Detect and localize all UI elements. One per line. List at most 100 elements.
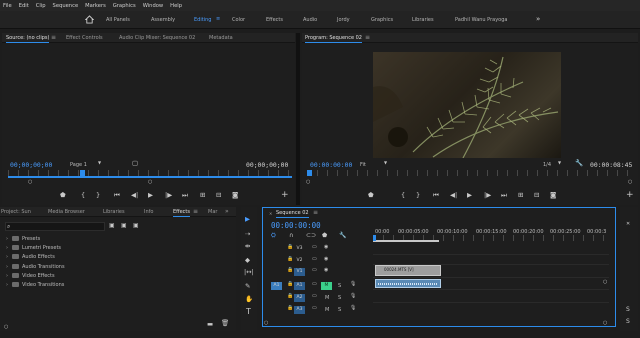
program-timecode-in[interactable]: 00:00:00:00 bbox=[310, 161, 352, 169]
lock-icon[interactable]: 🔒 bbox=[287, 268, 293, 273]
lock-icon[interactable]: 🔒 bbox=[287, 257, 293, 262]
effects-folder-audio-transitions[interactable]: › Audio Transitions bbox=[6, 264, 65, 270]
video-clip[interactable]: 00024.MTS [V] bbox=[375, 265, 441, 276]
effects-folder-video-transitions[interactable]: › Video Transitions bbox=[6, 282, 64, 288]
resolution-chevron-icon[interactable]: ▼ bbox=[558, 161, 561, 165]
insert-icon[interactable]: ⊞ bbox=[200, 192, 205, 199]
linked-selection-icon[interactable]: ⊂⊃ bbox=[306, 233, 316, 239]
home-icon[interactable] bbox=[84, 15, 95, 24]
settings-box-icon[interactable]: ▢ bbox=[132, 160, 138, 167]
workspace-tab-audio[interactable]: Audio bbox=[303, 17, 317, 23]
timeline-settings-icon[interactable]: 🔧 bbox=[339, 233, 346, 239]
ripple-edit-tool-icon[interactable]: ⇹ bbox=[245, 243, 250, 250]
go-to-out-icon[interactable]: ⏭ bbox=[501, 192, 507, 199]
camera-icon[interactable]: ◙ bbox=[550, 192, 556, 199]
program-fit-select[interactable]: Fit bbox=[360, 162, 366, 168]
solo-icon[interactable]: S bbox=[626, 307, 630, 313]
add-button-icon[interactable]: + bbox=[626, 191, 634, 200]
snap-magnet-icon[interactable]: ∩ bbox=[289, 233, 293, 239]
yuv-effects-icon[interactable]: ▣ bbox=[133, 223, 139, 229]
workspace-tab-assembly[interactable]: Assembly bbox=[151, 17, 175, 23]
track-label-a3[interactable]: A3 bbox=[294, 306, 305, 314]
step-back-icon[interactable]: ◀| bbox=[131, 192, 138, 199]
play-icon[interactable]: ▶ bbox=[148, 192, 153, 199]
track-label-v1[interactable]: V1 bbox=[294, 268, 305, 276]
lock-icon[interactable]: 🔒 bbox=[287, 306, 293, 311]
work-area-bar[interactable] bbox=[373, 240, 439, 242]
workspace-menu-icon[interactable]: ≡ bbox=[216, 16, 220, 22]
menu-sequence[interactable]: Sequence bbox=[53, 3, 79, 9]
mark-in-icon[interactable]: { bbox=[401, 192, 405, 199]
eye-icon[interactable]: ◉ bbox=[324, 245, 328, 250]
sync-lock-icon[interactable]: ▭ bbox=[312, 268, 317, 273]
extract-icon[interactable]: ⊟ bbox=[534, 192, 539, 199]
solo-button-a1[interactable]: S bbox=[338, 283, 341, 289]
track-select-tool-icon[interactable]: ⇢ bbox=[245, 231, 250, 238]
add-marker-icon[interactable]: ⬟ bbox=[368, 192, 374, 199]
workspace-tab-jordy[interactable]: Jordy bbox=[337, 17, 350, 23]
close-sequence-icon[interactable]: ✕ bbox=[269, 211, 272, 216]
mute-button-a2[interactable]: M bbox=[325, 295, 329, 301]
track-label-a1[interactable]: A1 bbox=[294, 282, 305, 290]
source-page-select[interactable]: Page 1 bbox=[70, 162, 87, 168]
menu-markers[interactable]: Markers bbox=[85, 3, 106, 9]
workspace-tab-effects[interactable]: Effects bbox=[266, 17, 283, 23]
workspace-overflow-button[interactable]: » bbox=[536, 15, 540, 23]
eye-icon[interactable]: ◉ bbox=[324, 268, 328, 273]
timeline-zoom-handle-right-icon[interactable]: ○ bbox=[603, 321, 607, 326]
tab-program[interactable]: Program: Sequence 02 bbox=[305, 35, 362, 43]
sync-lock-icon[interactable]: ▭ bbox=[312, 245, 317, 250]
overwrite-icon[interactable]: ⊟ bbox=[216, 192, 221, 199]
eye-icon[interactable]: ◉ bbox=[324, 257, 328, 262]
zoom-handle-right-icon[interactable]: ○ bbox=[148, 180, 152, 185]
sync-lock-icon[interactable]: ▭ bbox=[312, 257, 317, 262]
play-icon[interactable]: ▶ bbox=[467, 192, 472, 199]
timeline-zoom-handle-icon[interactable]: ○ bbox=[264, 321, 268, 326]
mark-in-icon[interactable]: { bbox=[81, 192, 85, 199]
program-panel-menu-icon[interactable]: ≡ bbox=[365, 34, 370, 41]
effects-folder-video-effects[interactable]: › Video Effects bbox=[6, 273, 55, 279]
microphone-icon[interactable]: 🎙 bbox=[350, 306, 356, 311]
workspace-tab-all-panels[interactable]: All Panels bbox=[106, 17, 130, 23]
track-label-v3[interactable]: V3 bbox=[294, 245, 305, 253]
chevron-down-icon[interactable]: ▼ bbox=[98, 161, 101, 165]
tab-info[interactable]: Info bbox=[144, 209, 153, 215]
zoom-handle-icon[interactable]: ○ bbox=[28, 180, 32, 185]
workspace-tab-graphics[interactable]: Graphics bbox=[371, 17, 393, 23]
hand-tool-icon[interactable]: ✋ bbox=[245, 296, 253, 303]
go-to-in-icon[interactable]: ⏮ bbox=[114, 192, 120, 199]
selection-tool-icon[interactable]: ▶ bbox=[245, 216, 250, 223]
microphone-icon[interactable]: 🎙 bbox=[350, 294, 356, 299]
program-zoom-right-icon[interactable]: ○ bbox=[628, 180, 632, 185]
tab-media-browser[interactable]: Media Browser bbox=[48, 209, 85, 215]
add-button-icon[interactable]: + bbox=[281, 191, 289, 200]
accelerated-effects-icon[interactable]: ▣ bbox=[109, 223, 115, 229]
add-marker-icon[interactable]: ⬟ bbox=[60, 192, 66, 199]
add-marker-icon[interactable]: ⬟ bbox=[322, 233, 327, 239]
effects-folder-audio-effects[interactable]: › Audio Effects bbox=[6, 254, 55, 260]
effects-folder-presets[interactable]: › Presets bbox=[6, 236, 40, 242]
timeline-playhead[interactable] bbox=[373, 235, 376, 241]
effects-folder-lumetri-presets[interactable]: › Lumetri Presets bbox=[6, 245, 61, 251]
step-forward-icon[interactable]: |▶ bbox=[484, 192, 491, 199]
step-forward-icon[interactable]: |▶ bbox=[165, 192, 172, 199]
sync-lock-icon[interactable]: ▭ bbox=[312, 282, 317, 287]
audio-clip[interactable] bbox=[375, 279, 441, 288]
program-zoom-left-icon[interactable]: ○ bbox=[306, 180, 310, 185]
new-bin-icon[interactable]: ▬ bbox=[207, 321, 213, 328]
razor-tool-icon[interactable]: ◆ bbox=[245, 257, 250, 264]
lift-icon[interactable]: ⊞ bbox=[518, 192, 523, 199]
fit-chevron-icon[interactable]: ▼ bbox=[384, 161, 387, 165]
timeline-timecode[interactable]: 00:00:00:00 bbox=[271, 221, 321, 230]
delete-icon[interactable]: 🗑 bbox=[221, 320, 229, 327]
tab-effects[interactable]: Effects bbox=[173, 209, 190, 217]
lock-icon[interactable]: 🔒 bbox=[287, 294, 293, 299]
nest-toggle-icon[interactable]: ⛭ bbox=[271, 233, 276, 239]
menu-file[interactable]: File bbox=[3, 3, 12, 9]
menu-clip[interactable]: Clip bbox=[36, 3, 46, 9]
32bit-effects-icon[interactable]: ▣ bbox=[121, 223, 127, 229]
close-icon[interactable]: ✕ bbox=[626, 222, 630, 227]
program-time-ruler[interactable] bbox=[307, 170, 633, 178]
wrench-icon[interactable]: 🔧 bbox=[575, 160, 583, 167]
workspace-tab-libraries[interactable]: Libraries bbox=[412, 17, 434, 23]
